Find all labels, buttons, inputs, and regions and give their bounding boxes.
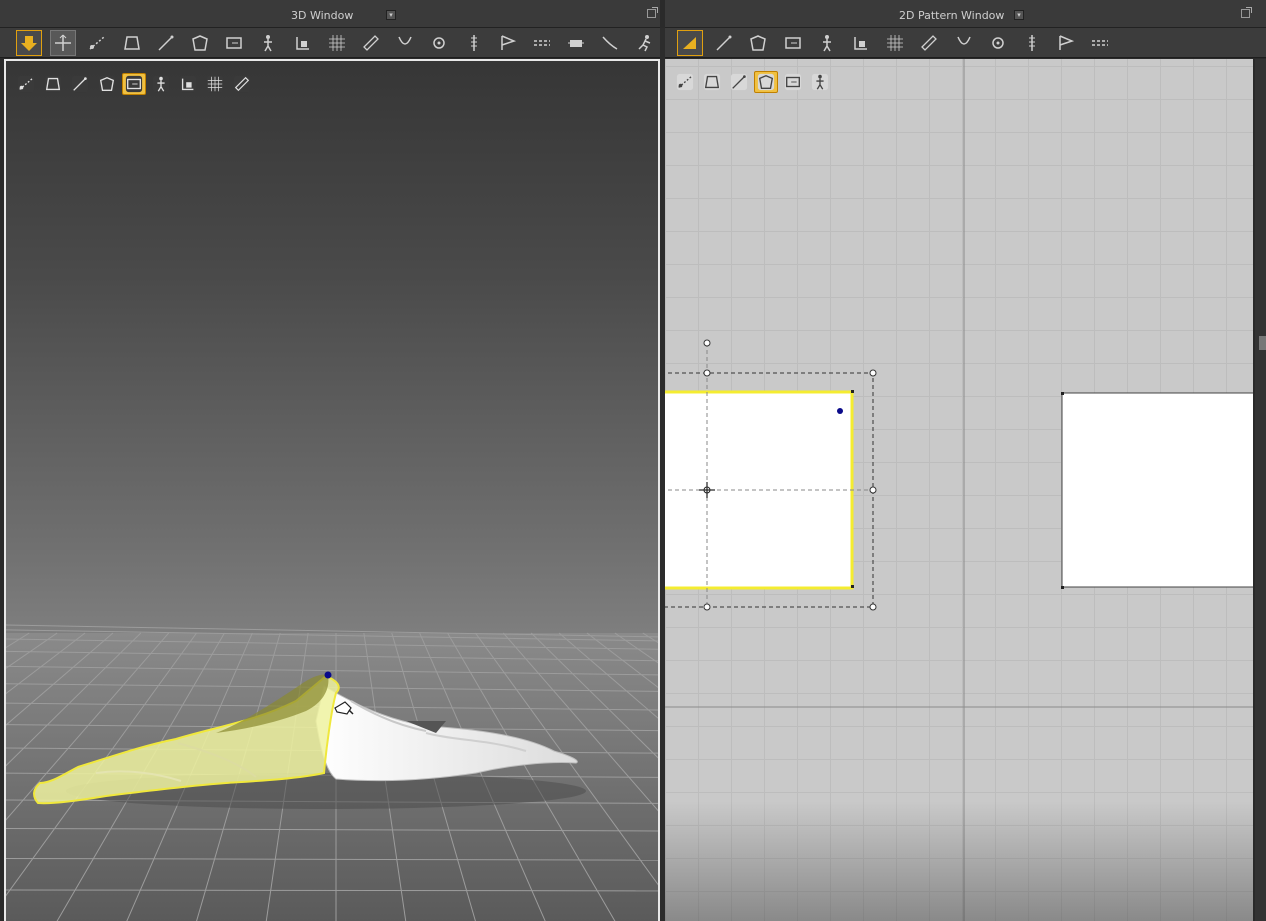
scale-handle[interactable] bbox=[703, 603, 711, 611]
2d-scrollbar[interactable] bbox=[1255, 59, 1266, 921]
tuck-icon[interactable] bbox=[597, 30, 623, 56]
scroll-handle[interactable] bbox=[1259, 336, 1266, 350]
pleat-icon[interactable] bbox=[1019, 30, 1045, 56]
rectangle-icon[interactable] bbox=[745, 30, 771, 56]
corner-point[interactable] bbox=[1061, 392, 1064, 395]
chevron-down-icon[interactable]: ▾ bbox=[1014, 10, 1024, 20]
shirt-icon[interactable] bbox=[1087, 30, 1113, 56]
line-icon[interactable] bbox=[1053, 30, 1079, 56]
arrow-box-icon[interactable] bbox=[221, 30, 247, 56]
garment-icon[interactable] bbox=[119, 30, 145, 56]
button-icon[interactable] bbox=[426, 30, 452, 56]
tack-icon[interactable] bbox=[290, 30, 316, 56]
shirt-texture-icon[interactable] bbox=[41, 73, 65, 95]
undock-icon[interactable] bbox=[647, 7, 658, 18]
globe-icon[interactable] bbox=[203, 73, 227, 95]
internal-rect-icon[interactable] bbox=[780, 30, 806, 56]
grid-icon[interactable] bbox=[882, 30, 908, 56]
chevron-down-icon[interactable]: ▾ bbox=[386, 10, 396, 20]
app-window: 3D Window ▾ 2D Pattern Window ▾ bbox=[0, 0, 1266, 921]
2d-window-title: 2D Pattern Window bbox=[899, 9, 1005, 22]
scale-handle[interactable] bbox=[869, 369, 877, 377]
iron-icon[interactable] bbox=[916, 30, 942, 56]
3d-window-title: 3D Window bbox=[291, 9, 354, 22]
corner-point[interactable] bbox=[1061, 586, 1064, 589]
grid-icon[interactable] bbox=[324, 30, 350, 56]
head-icon[interactable] bbox=[176, 73, 200, 95]
3d-toolbar bbox=[0, 28, 660, 58]
3d-scene[interactable] bbox=[6, 61, 660, 921]
undock-icon[interactable] bbox=[1241, 7, 1252, 18]
2d-pattern-canvas[interactable] bbox=[665, 59, 1253, 921]
3d-window-titlebar: 3D Window ▾ bbox=[0, 0, 660, 28]
pattern-piece[interactable] bbox=[1061, 392, 1253, 588]
zipper-icon[interactable] bbox=[461, 30, 487, 56]
strap-icon[interactable] bbox=[563, 30, 589, 56]
vignette bbox=[665, 801, 1253, 921]
avatar-icon[interactable] bbox=[255, 30, 281, 56]
2d-pattern-viewport[interactable] bbox=[665, 59, 1253, 921]
transform-pattern-icon[interactable] bbox=[677, 30, 703, 56]
corner-point[interactable] bbox=[851, 390, 854, 393]
sew-icon[interactable] bbox=[392, 30, 418, 56]
hand-cursor-icon bbox=[334, 701, 354, 715]
fold-icon[interactable] bbox=[985, 30, 1011, 56]
fold-icon[interactable] bbox=[84, 30, 110, 56]
2d-window-titlebar: 2D Pattern Window ▾ bbox=[665, 0, 1266, 28]
export-icon[interactable] bbox=[230, 73, 254, 95]
pin-arrow-icon[interactable] bbox=[16, 30, 42, 56]
move-icon[interactable] bbox=[50, 30, 77, 56]
3d-viewport[interactable] bbox=[4, 59, 660, 921]
scale-handle[interactable] bbox=[869, 603, 877, 611]
segment-icon[interactable] bbox=[848, 30, 874, 56]
scale-handle[interactable] bbox=[703, 369, 711, 377]
flower-icon[interactable] bbox=[68, 73, 92, 95]
pin-icon[interactable] bbox=[495, 30, 521, 56]
seam-icon[interactable] bbox=[529, 30, 555, 56]
avatar-fit-icon[interactable] bbox=[814, 30, 840, 56]
rotate-handle[interactable] bbox=[703, 339, 711, 347]
edit-point-icon[interactable] bbox=[711, 30, 737, 56]
scale-handle[interactable] bbox=[869, 486, 877, 494]
line-icon[interactable] bbox=[153, 30, 179, 56]
pattern-select-icon[interactable] bbox=[122, 73, 146, 95]
pin-point[interactable] bbox=[324, 671, 332, 679]
measure-icon[interactable] bbox=[358, 30, 384, 56]
pose-icon[interactable] bbox=[632, 30, 658, 56]
sew-icon[interactable] bbox=[951, 30, 977, 56]
half-shape-icon[interactable] bbox=[149, 73, 173, 95]
corner-point[interactable] bbox=[851, 585, 854, 588]
2d-toolbar bbox=[665, 28, 1266, 58]
fabric-solid-icon[interactable] bbox=[14, 73, 38, 95]
shirt-arrange-icon[interactable] bbox=[187, 30, 213, 56]
pin-point-2d[interactable] bbox=[837, 408, 843, 414]
3d-view-icons bbox=[14, 73, 254, 95]
avatar-view-icon[interactable] bbox=[95, 73, 119, 95]
